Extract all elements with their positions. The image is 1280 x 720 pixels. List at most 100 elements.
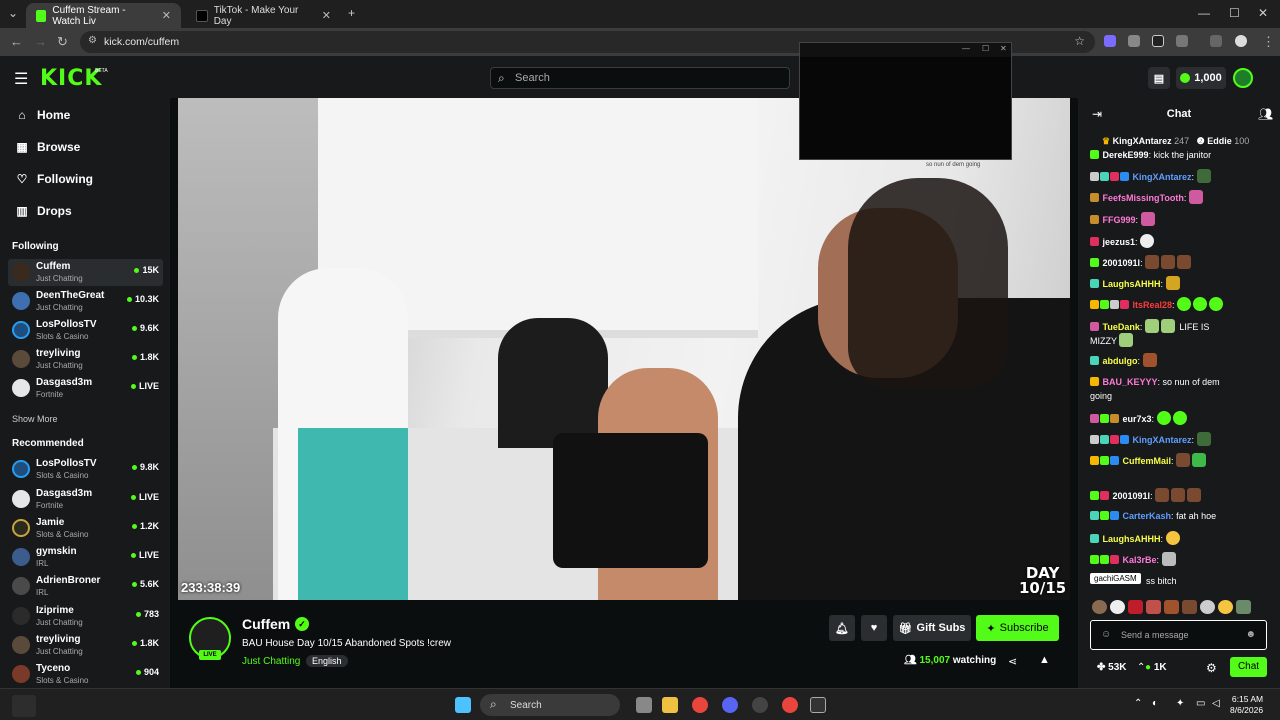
wifi-icon[interactable]: ▭: [1196, 698, 1205, 709]
sidebar-item-following[interactable]: ♡ Following: [16, 172, 93, 186]
avatar: [12, 519, 30, 537]
channel-item-rec-gymskin[interactable]: gymskin IRL LIVE: [8, 544, 163, 571]
reading-list-icon[interactable]: [1210, 35, 1222, 47]
file-explorer-icon[interactable]: [662, 697, 678, 713]
sidebar-item-home[interactable]: ⌂ Home: [16, 108, 70, 122]
channel-item-rec-treyliving[interactable]: treyliving Just Chatting 1.8K: [8, 632, 163, 659]
emote-button[interactable]: [1092, 600, 1107, 614]
streamer-name[interactable]: Cuffem: [242, 616, 290, 632]
minimize-icon[interactable]: —: [962, 44, 970, 53]
channel-item-treyliving[interactable]: treyliving Just Chatting 1.8K: [8, 346, 163, 373]
video-player[interactable]: [178, 98, 1070, 600]
sidebar-item-drops[interactable]: ▥ Drops: [16, 204, 71, 218]
bookmark-star-icon[interactable]: ☆: [1074, 34, 1085, 48]
kicks-balance-button[interactable]: 1,000: [1176, 67, 1226, 89]
emote-menu-icon[interactable]: ☻: [1245, 629, 1256, 640]
channel-item-rec-dasgasd3m[interactable]: Dasgasd3m Fortnite LIVE: [8, 486, 163, 513]
task-view-icon[interactable]: [636, 697, 652, 713]
emote-button[interactable]: [1128, 600, 1143, 614]
gift-icon: 🎁︎: [898, 622, 913, 635]
taskbar-search[interactable]: ⌕ Search: [480, 694, 620, 716]
minimize-icon[interactable]: —: [1198, 6, 1210, 20]
chat-message-input[interactable]: ☺ Send a message ☻: [1090, 620, 1267, 650]
extension-icon[interactable]: [1152, 35, 1164, 47]
chat-header: ⇥ Chat 👥︎: [1078, 98, 1280, 130]
avatar: [12, 548, 30, 566]
back-icon[interactable]: ←: [10, 34, 23, 49]
search-input[interactable]: ⌕ Search: [490, 67, 790, 89]
close-window-icon[interactable]: ✕: [1258, 6, 1268, 20]
emote-button[interactable]: [1164, 600, 1179, 614]
channel-name: DeenTheGreat: [36, 290, 105, 301]
emoji-picker-icon[interactable]: ☺: [1101, 629, 1111, 640]
notification-bell-button[interactable]: 🔔︎: [829, 615, 855, 641]
menu-hamburger-icon[interactable]: ☰: [14, 69, 28, 89]
stream-category-link[interactable]: Just Chatting: [242, 656, 300, 667]
channel-item-rec-iziprime[interactable]: Iziprime Just Chatting 783: [8, 603, 163, 630]
viewer-count: 1.8K: [131, 638, 159, 648]
kicks-count[interactable]: ● 1K: [1145, 662, 1167, 673]
volume-icon[interactable]: ◁: [1212, 698, 1220, 709]
subscribe-button[interactable]: ✦ Subscribe: [976, 615, 1059, 641]
tab-search-icon[interactable]: ⌄: [8, 6, 18, 20]
extensions-puzzle-icon[interactable]: [1176, 35, 1188, 47]
emote-button[interactable]: [1236, 600, 1251, 614]
tray-app-icon[interactable]: ✦: [1176, 698, 1184, 709]
extension-icon[interactable]: [1128, 35, 1140, 47]
followers-count[interactable]: ✤ 53K: [1097, 662, 1127, 673]
emote-button[interactable]: [1218, 600, 1233, 614]
tab-tiktok[interactable]: TikTok - Make Your Day ✕: [186, 3, 341, 28]
channel-item-lospollostv[interactable]: LosPollosTV Slots & Casino 9.6K: [8, 317, 163, 344]
maximize-icon[interactable]: ☐: [1229, 6, 1240, 20]
app-icon[interactable]: [810, 697, 826, 713]
taskbar-clock[interactable]: 6:15 AM 8/6/2026: [1230, 694, 1263, 716]
windows-start-icon[interactable]: [455, 697, 471, 713]
avatar: [12, 379, 30, 397]
site-info-icon[interactable]: ⚙: [88, 35, 97, 46]
chat-users-icon[interactable]: 👥︎: [1258, 107, 1273, 121]
chrome-active-icon[interactable]: [782, 697, 798, 713]
reload-icon[interactable]: ↻: [57, 34, 68, 50]
chrome-icon[interactable]: [692, 697, 708, 713]
kick-logo[interactable]: KICK: [40, 66, 102, 91]
close-icon[interactable]: ✕: [1000, 44, 1007, 53]
tray-chevron-icon[interactable]: ⌃: [1134, 698, 1142, 709]
emote-button[interactable]: [1110, 600, 1125, 614]
discord-icon[interactable]: [722, 697, 738, 713]
channel-item-dasgasd3m[interactable]: Dasgasd3m Fortnite LIVE: [8, 375, 163, 402]
profile-avatar-icon[interactable]: [1235, 35, 1247, 47]
close-tab-icon[interactable]: ✕: [322, 9, 331, 22]
maximize-icon[interactable]: ☐: [982, 44, 989, 53]
send-chat-button[interactable]: Chat: [1230, 657, 1267, 677]
channel-item-deenthegreat[interactable]: DeenTheGreat Just Chatting 10.3K: [8, 288, 163, 315]
layout-toggle-button[interactable]: ▤: [1148, 67, 1170, 89]
channel-item-rec-lospollostv[interactable]: LosPollosTV Slots & Casino 9.8K: [8, 456, 163, 483]
chat-settings-gear-icon[interactable]: ⚙: [1206, 661, 1217, 675]
taskbar-widget-icon[interactable]: [12, 695, 36, 717]
kicks-count: 1,000: [1194, 72, 1222, 84]
language-tag[interactable]: English: [306, 655, 348, 667]
browser-menu-icon[interactable]: ⋮: [1262, 34, 1275, 50]
channel-item-rec-tyceno[interactable]: Tyceno Slots & Casino 904: [8, 661, 163, 688]
emote-button[interactable]: [1146, 600, 1161, 614]
channel-item-cuffem[interactable]: Cuffem Just Chatting 15K: [8, 259, 163, 286]
extension-icon[interactable]: [1104, 35, 1116, 47]
close-tab-icon[interactable]: ✕: [162, 9, 171, 22]
pip-window[interactable]: — ☐ ✕: [799, 42, 1012, 160]
follow-heart-button[interactable]: ♥: [861, 615, 887, 641]
show-more-link[interactable]: Show More: [12, 414, 58, 424]
emote-button[interactable]: [1182, 600, 1197, 614]
new-tab-icon[interactable]: +: [348, 6, 355, 20]
tray-app-icon[interactable]: ◐: [1152, 698, 1158, 709]
share-icon[interactable]: ⋖: [1008, 655, 1017, 668]
sidebar-item-browse[interactable]: ▦ Browse: [16, 140, 80, 154]
channel-item-rec-adrienbroner[interactable]: AdrienBroner IRL 5.6K: [8, 573, 163, 600]
app-icon[interactable]: [752, 697, 768, 713]
channel-item-rec-jamie[interactable]: Jamie Slots & Casino 1.2K: [8, 515, 163, 542]
user-avatar[interactable]: [1233, 68, 1253, 88]
gift-subs-button[interactable]: 🎁︎ Gift Subs: [893, 615, 971, 641]
emote-button[interactable]: [1200, 600, 1215, 614]
forward-icon[interactable]: →: [34, 34, 47, 49]
tab-kick[interactable]: Cuffem Stream - Watch Liv ✕: [26, 3, 181, 28]
report-warning-icon[interactable]: ▲: [1039, 654, 1050, 666]
